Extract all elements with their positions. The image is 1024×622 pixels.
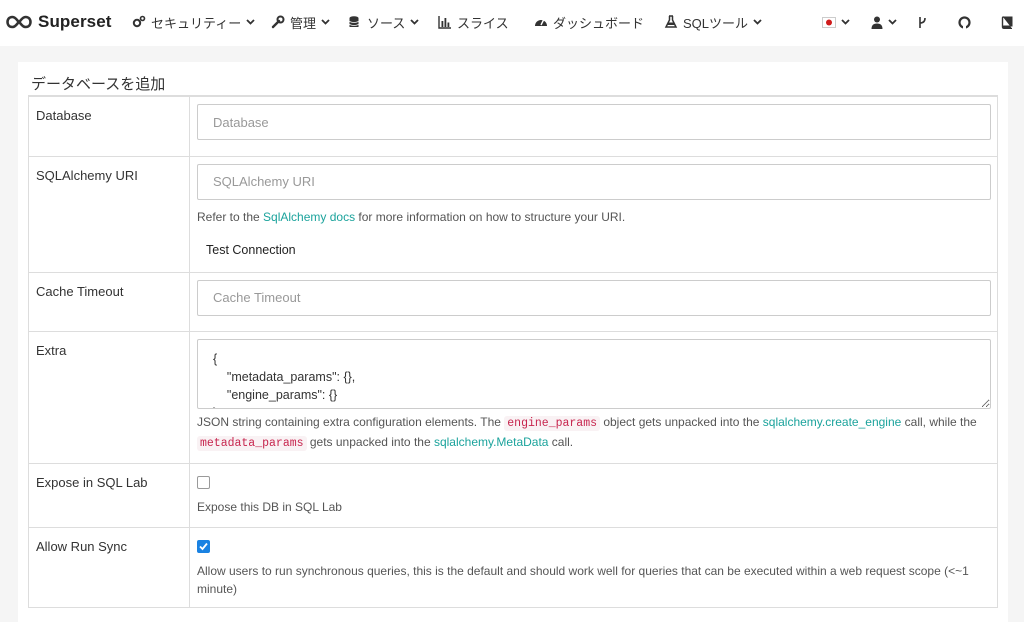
allow-run-sync-label: Allow Run Sync xyxy=(28,526,190,608)
flask-icon xyxy=(664,15,678,28)
nav-slices[interactable]: スライス xyxy=(438,13,509,31)
row-cache-timeout: Cache Timeout xyxy=(28,271,998,332)
version-branch-link[interactable] xyxy=(918,13,928,31)
nav-sql-tools-label: SQLツール xyxy=(683,15,749,31)
test-connection-button[interactable]: Test Connection xyxy=(206,243,296,257)
chevron-down-icon xyxy=(753,19,762,25)
allow-run-sync-checkbox[interactable] xyxy=(197,539,210,553)
metadata-link[interactable]: sqlalchemy.MetaData xyxy=(434,435,549,449)
code-branch-icon xyxy=(919,16,926,28)
nav-security[interactable]: セキュリティー xyxy=(132,13,255,31)
wrench-icon xyxy=(271,15,285,29)
book-icon xyxy=(1001,15,1013,29)
user-menu[interactable] xyxy=(871,13,897,31)
expose-in-sqllab-label: Expose in SQL Lab xyxy=(28,462,190,528)
chevron-down-icon xyxy=(246,19,255,25)
row-sqlalchemy-uri: SQLAlchemy URI Refer to the SqlAlchemy d… xyxy=(28,155,998,273)
database-input[interactable] xyxy=(197,104,991,140)
nav-security-label: セキュリティー xyxy=(151,15,242,31)
chevron-down-icon xyxy=(410,19,419,25)
checkmark-icon xyxy=(199,542,208,550)
database-label: Database xyxy=(28,95,190,157)
documentation-link[interactable] xyxy=(1001,13,1013,31)
dashboard-gauge-icon xyxy=(535,19,547,26)
allow-run-sync-help: Allow users to run synchronous queries, … xyxy=(197,563,969,596)
sqlalchemy-uri-help: Refer to the SqlAlchemy docs for more in… xyxy=(197,209,626,224)
nav-sql-tools[interactable]: SQLツール xyxy=(664,13,762,31)
expose-in-sqllab-help: Expose this DB in SQL Lab xyxy=(197,499,342,514)
nav-manage-label: 管理 xyxy=(290,15,317,31)
chevron-down-icon xyxy=(888,19,897,25)
create-engine-link[interactable]: sqlalchemy.create_engine xyxy=(763,415,902,429)
extra-label: Extra xyxy=(28,330,190,464)
chevron-down-icon xyxy=(321,19,330,25)
sqlalchemy-uri-input[interactable] xyxy=(197,163,991,200)
sqlalchemy-docs-link[interactable]: SqlAlchemy docs xyxy=(263,210,355,224)
nav-dashboards[interactable]: ダッシュボード xyxy=(534,13,644,31)
row-allow-run-sync: Allow Run Sync Allow users to run synchr… xyxy=(28,526,998,608)
engine-params-code: engine_params xyxy=(504,415,600,431)
expose-in-sqllab-checkbox[interactable] xyxy=(197,475,210,489)
row-database: Database xyxy=(28,95,998,157)
nav-slices-label: スライス xyxy=(457,15,509,31)
nav-sources[interactable]: ソース xyxy=(348,13,419,31)
database-form: Database SQLAlchemy URI Refer to the Sql… xyxy=(28,95,998,608)
page-title: データベースを追加 xyxy=(31,76,166,93)
cogs-icon xyxy=(132,15,146,28)
cache-timeout-input[interactable] xyxy=(197,279,991,316)
cache-timeout-label: Cache Timeout xyxy=(28,271,190,332)
japan-flag-icon xyxy=(822,16,836,28)
nav-manage[interactable]: 管理 xyxy=(271,13,330,31)
user-icon xyxy=(871,16,883,29)
row-extra: Extra { "metadata_params": {}, "engine_p… xyxy=(28,330,998,464)
chevron-down-icon xyxy=(841,19,850,25)
sqlalchemy-uri-label: SQLAlchemy URI xyxy=(28,155,190,273)
nav-sources-label: ソース xyxy=(367,15,406,31)
add-database-panel: データベースを追加 Database SQLAlchemy URI Refer … xyxy=(18,62,1008,622)
row-expose-in-sqllab: Expose in SQL Lab Expose this DB in SQL … xyxy=(28,462,998,528)
top-navbar: Superset セキュリティー 管理 ソース スライス ダッシュボード SQL… xyxy=(0,0,1024,46)
extra-help: JSON string containing extra configurati… xyxy=(197,414,977,451)
metadata-params-code: metadata_params xyxy=(197,435,307,451)
brand-name: Superset xyxy=(38,12,112,31)
extra-json-textarea[interactable]: { "metadata_params": {}, "engine_params"… xyxy=(197,338,991,409)
database-icon xyxy=(349,16,359,27)
github-icon xyxy=(958,15,971,29)
superset-logo-icon xyxy=(6,15,32,29)
brand[interactable]: Superset xyxy=(6,10,112,34)
bar-chart-icon xyxy=(438,16,451,29)
github-link[interactable] xyxy=(958,13,971,31)
nav-dashboards-label: ダッシュボード xyxy=(553,15,645,31)
language-selector[interactable] xyxy=(822,13,850,31)
